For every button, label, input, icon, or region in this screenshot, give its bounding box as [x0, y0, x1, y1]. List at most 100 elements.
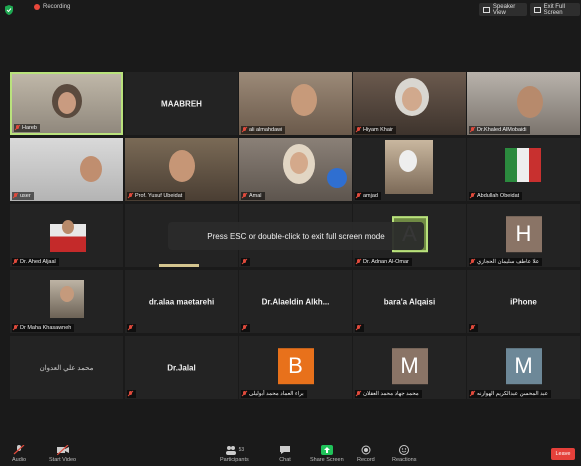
participant-name-label: محمد جهاد محمد العقلان — [355, 390, 422, 398]
participant-tile[interactable]: H علا عاطف سليمان الحجازي — [467, 204, 580, 267]
participant-name-label: Dr.Khaled AlMobaidi — [469, 126, 530, 134]
participant-name: علا عاطف سليمان الحجازي — [477, 259, 540, 265]
participant-name: Dr. Ahed Aljaal — [20, 259, 56, 265]
participant-tile[interactable]: MAABREH — [125, 72, 238, 135]
recording-indicator[interactable]: Recording — [34, 4, 70, 10]
participant-avatar: M — [505, 347, 542, 384]
exit-full-screen-label: Exit Full Screen — [543, 3, 565, 16]
participant-tile[interactable]: محمد علي العدوان — [10, 336, 123, 399]
speaker-view-label: Speaker View — [492, 3, 516, 16]
participant-name-label — [127, 324, 136, 332]
muted-mic-icon — [470, 259, 475, 265]
participant-name-label: Dr. Adnan Al-Omar — [355, 258, 412, 266]
participant-name: Dr. Adnan Al-Omar — [363, 259, 409, 265]
start-video-label: Start Video — [49, 457, 77, 463]
participant-name: Dr Maha Khasawneh — [20, 325, 72, 331]
muted-mic-icon — [242, 193, 247, 199]
meeting-toolbar: Audio Start Video 53 Participants Chat S… — [0, 440, 581, 466]
participant-tile[interactable]: Amal — [239, 138, 352, 201]
participant-tile[interactable]: M عبد المحسن عبدالكريم الهوارنه — [467, 336, 580, 399]
participant-tile[interactable]: Hiyam Khair — [353, 72, 466, 135]
participant-name-label: Prof. Yusuf Ubeidat — [127, 192, 186, 200]
participant-tile[interactable]: Dr.Khaled AlMobaidi — [467, 72, 580, 135]
muted-mic-icon — [15, 125, 20, 131]
muted-mic-icon — [242, 127, 247, 133]
participant-tile[interactable]: Abdullah Obeidat — [467, 138, 580, 201]
participant-tile[interactable]: user — [10, 138, 123, 201]
audio-button[interactable]: Audio — [12, 445, 26, 463]
muted-mic-icon — [356, 391, 361, 397]
record-button[interactable]: Record — [357, 445, 375, 463]
participant-name: محمد جهاد محمد العقلان — [363, 391, 419, 397]
participant-tile[interactable]: Dr Maha Khasawneh — [10, 270, 123, 333]
participant-tile[interactable]: B براء العماد محمد أبوليلى — [239, 336, 352, 399]
speaker-view-icon — [483, 6, 490, 13]
participant-name-label: ali almahdawi — [241, 126, 286, 134]
participant-head — [399, 150, 417, 172]
reactions-button[interactable]: Reactions — [392, 445, 416, 463]
muted-mic-icon — [356, 193, 361, 199]
speaker-view-button[interactable]: Speaker View — [479, 3, 527, 16]
exit-full-screen-button[interactable]: Exit Full Screen — [530, 3, 580, 16]
participants-count: 53 — [238, 447, 245, 453]
chat-button[interactable]: Chat — [279, 445, 291, 463]
participant-tile[interactable]: Dr.Alaeldin Alkh... — [239, 270, 352, 333]
participant-tile[interactable]: M محمد جهاد محمد العقلان — [353, 336, 466, 399]
participant-tile[interactable]: Hareb — [10, 72, 123, 135]
participant-display-name: iPhone — [510, 297, 537, 306]
muted-mic-icon — [470, 127, 475, 133]
muted-mic-icon — [356, 325, 361, 331]
chat-icon — [280, 446, 290, 454]
participant-face — [291, 84, 317, 116]
participant-tile[interactable]: Dr.Jalal — [125, 336, 238, 399]
participant-name: Amal — [249, 193, 262, 199]
exit-full-screen-banner: Press ESC or double-click to exit full s… — [168, 222, 424, 250]
leave-button[interactable]: Leave — [551, 448, 575, 460]
participant-name: براء العماد محمد أبوليلى — [249, 391, 304, 397]
share-screen-icon — [320, 445, 333, 455]
muted-mic-icon — [470, 193, 475, 199]
participant-name: Hiyam Khair — [363, 127, 393, 133]
participants-button[interactable]: 53 Participants — [220, 445, 249, 463]
participant-name-label: Hareb — [14, 124, 40, 132]
shield-icon[interactable] — [3, 4, 15, 16]
participant-tile[interactable]: ali almahdawi — [239, 72, 352, 135]
participant-name: عبد المحسن عبدالكريم الهوارنه — [477, 391, 548, 397]
participant-tile[interactable]: Dr. Ahed Aljaal — [10, 204, 123, 267]
participant-tile[interactable]: bara'a Alqaisi — [353, 270, 466, 333]
participant-face — [290, 152, 308, 174]
participant-name-label: Dr. Ahed Aljaal — [12, 258, 59, 266]
participant-face — [402, 87, 422, 111]
participant-name-label — [241, 258, 250, 266]
reactions-label: Reactions — [392, 457, 417, 463]
exit-full-screen-icon — [534, 6, 541, 13]
participant-name-label — [241, 324, 250, 332]
participant-name: Prof. Yusuf Ubeidat — [135, 193, 183, 199]
participant-name: Hareb — [22, 125, 37, 131]
participant-face — [62, 220, 74, 234]
participant-name: ali almahdawi — [249, 127, 283, 133]
muted-mic-icon — [356, 127, 361, 133]
recording-label: Recording — [43, 4, 71, 10]
participant-tile[interactable]: iPhone — [467, 270, 580, 333]
participant-name-label: علا عاطف سليمان الحجازي — [469, 258, 543, 266]
participant-name: Dr.Khaled AlMobaidi — [477, 127, 527, 133]
participant-tile[interactable]: Prof. Yusuf Ubeidat — [125, 138, 238, 201]
muted-mic-icon — [128, 325, 133, 331]
participant-tile[interactable]: amjad — [353, 138, 466, 201]
participant-face — [80, 156, 102, 182]
participant-tile[interactable]: dr.alaa maetarehi — [125, 270, 238, 333]
participant-name-label: Dr Maha Khasawneh — [12, 324, 75, 332]
share-screen-button[interactable]: Share Screen — [310, 445, 344, 463]
participant-name-label: Amal — [241, 192, 265, 200]
muted-mic-icon — [128, 193, 133, 199]
participant-name-label: Hiyam Khair — [355, 126, 396, 134]
participant-name-label — [469, 324, 478, 332]
mic-muted-icon — [13, 445, 25, 455]
chat-label: Chat — [279, 457, 291, 463]
start-video-button[interactable]: Start Video — [49, 445, 76, 463]
record-icon — [361, 445, 371, 455]
participant-face — [517, 86, 543, 118]
participant-name: Abdullah Obeidat — [477, 193, 520, 199]
share-screen-label: Share Screen — [310, 457, 344, 463]
